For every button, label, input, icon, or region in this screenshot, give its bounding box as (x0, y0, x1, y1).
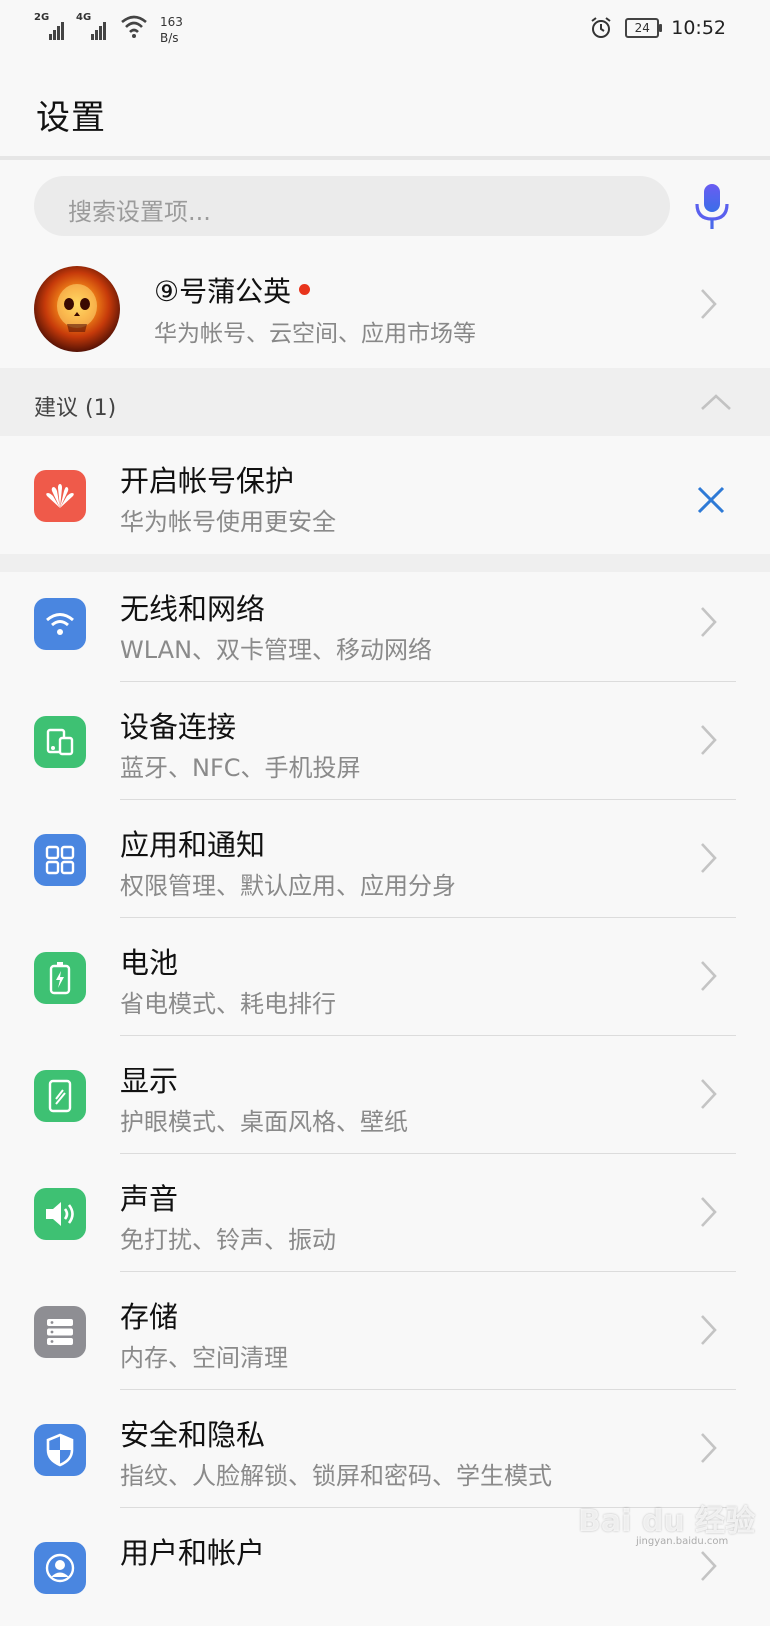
chevron-up-icon[interactable] (700, 392, 732, 412)
watermark: Bai du 经验 (578, 1504, 756, 1539)
row-subtitle: WLAN、双卡管理、移动网络 (120, 636, 433, 664)
close-icon[interactable] (695, 484, 727, 516)
chevron-right-icon (701, 1551, 717, 1581)
chevron-right-icon (701, 961, 717, 991)
chevron-right-icon (701, 843, 717, 873)
watermark-url: jingyan.baidu.com (636, 1536, 729, 1547)
device-connect-icon (34, 716, 86, 768)
setting-row-display[interactable]: 显示 护眼模式、桌面风格、壁纸 (0, 1036, 770, 1154)
chevron-right-icon (701, 289, 717, 319)
suggestions-header: 建议 (1) (0, 368, 770, 436)
speaker-icon (34, 1188, 86, 1240)
display-icon (34, 1070, 86, 1122)
row-subtitle: 指纹、人脸解锁、锁屏和密码、学生模式 (120, 1462, 552, 1490)
suggestions-label: 建议 (1) (34, 396, 117, 421)
row-subtitle: 护眼模式、桌面风格、壁纸 (120, 1108, 408, 1136)
chevron-right-icon (701, 1433, 717, 1463)
search-placeholder: 搜索设置项... (68, 198, 211, 226)
battery-indicator: 24 (625, 18, 663, 38)
chevron-right-icon (701, 725, 717, 755)
battery-icon (34, 952, 86, 1004)
storage-icon (34, 1306, 86, 1358)
row-title: 存储 (120, 1300, 179, 1334)
account-row[interactable]: ⑨号蒲公英 华为帐号、云空间、应用市场等 (0, 250, 770, 368)
search-input[interactable]: 搜索设置项... (34, 176, 670, 236)
avatar (34, 266, 120, 352)
signal-icon: 4G (76, 12, 110, 40)
suggestion-title: 开启帐号保护 (120, 464, 295, 498)
chevron-right-icon (701, 1079, 717, 1109)
row-title: 应用和通知 (120, 828, 266, 862)
wifi-icon (34, 598, 86, 650)
signal-icon: 2G (34, 12, 68, 40)
account-name: ⑨号蒲公英 (154, 270, 311, 310)
row-subtitle: 免打扰、铃声、振动 (120, 1226, 336, 1254)
microphone-icon[interactable] (690, 182, 734, 232)
skull-fire-image (57, 284, 97, 332)
setting-row-wireless[interactable]: 无线和网络 WLAN、双卡管理、移动网络 (0, 564, 770, 682)
page-title: 设置 (36, 98, 106, 138)
account-subtitle: 华为帐号、云空间、应用市场等 (154, 321, 476, 347)
chevron-right-icon (701, 607, 717, 637)
row-title: 安全和隐私 (120, 1418, 266, 1452)
row-subtitle: 权限管理、默认应用、应用分身 (120, 872, 456, 900)
row-subtitle: 省电模式、耗电排行 (120, 990, 336, 1018)
row-title: 声音 (120, 1182, 179, 1216)
row-title: 电池 (120, 946, 179, 980)
divider (0, 156, 770, 160)
setting-row-battery[interactable]: 电池 省电模式、耗电排行 (0, 918, 770, 1036)
network-speed: 163 B/s (160, 15, 183, 45)
shield-icon (34, 1424, 86, 1476)
suggestion-account-protection[interactable]: 开启帐号保护 华为帐号使用更安全 (0, 436, 770, 554)
suggestion-subtitle: 华为帐号使用更安全 (120, 508, 336, 536)
chevron-right-icon (701, 1315, 717, 1345)
row-title: 用户和帐户 (120, 1536, 266, 1570)
setting-row-storage[interactable]: 存储 内存、空间清理 (0, 1272, 770, 1390)
row-title: 显示 (120, 1064, 179, 1098)
title-bar: 设置 (0, 60, 770, 156)
alarm-icon (591, 17, 611, 38)
notification-dot (299, 283, 311, 295)
chevron-right-icon (701, 1197, 717, 1227)
user-icon (34, 1542, 86, 1594)
row-title: 无线和网络 (120, 592, 266, 626)
setting-row-security[interactable]: 安全和隐私 指纹、人脸解锁、锁屏和密码、学生模式 (0, 1390, 770, 1508)
apps-grid-icon (34, 834, 86, 886)
clock: 10:52 (671, 17, 726, 39)
row-subtitle: 内存、空间清理 (120, 1344, 288, 1372)
status-bar: 2G 4G 163 B/s 24 10:52 (0, 0, 770, 60)
wifi-status-icon (121, 15, 147, 38)
row-subtitle: 蓝牙、NFC、手机投屏 (120, 754, 361, 782)
setting-row-apps[interactable]: 应用和通知 权限管理、默认应用、应用分身 (0, 800, 770, 918)
row-title: 设备连接 (120, 710, 237, 744)
setting-row-device-connection[interactable]: 设备连接 蓝牙、NFC、手机投屏 (0, 682, 770, 800)
huawei-logo-icon (34, 470, 86, 522)
setting-row-sound[interactable]: 声音 免打扰、铃声、振动 (0, 1154, 770, 1272)
